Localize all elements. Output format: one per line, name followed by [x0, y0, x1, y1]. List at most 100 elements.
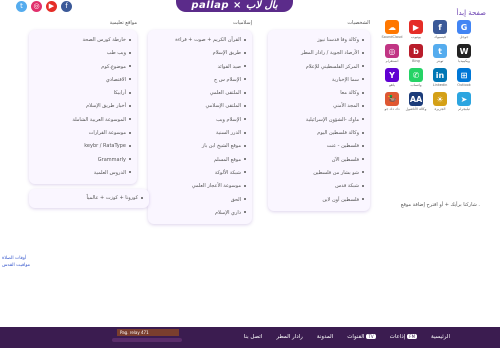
- bullet-icon: [244, 171, 246, 174]
- list-item[interactable]: داري الإسلام: [154, 207, 246, 220]
- bullet-icon: [129, 144, 131, 147]
- nav-item[interactable]: المدونة: [317, 334, 333, 340]
- app-tile[interactable]: ☁ SoundCloud: [380, 20, 404, 39]
- ticker[interactable]: Pag. relay 471: [117, 329, 179, 336]
- list-item-label: Grammarly: [97, 156, 126, 163]
- list-item-label: الإسلام س ج: [213, 76, 241, 83]
- app-tile[interactable]: b Bing: [404, 44, 428, 63]
- yahoo-icon: Y: [385, 68, 399, 82]
- instagram-icon[interactable]: ◎: [31, 1, 42, 12]
- nav-item[interactable]: الرئيسية: [431, 334, 450, 340]
- app-tile[interactable]: ⊞ Outlook: [452, 68, 476, 87]
- bullet-icon: [129, 158, 131, 161]
- list-item[interactable]: وكالة وفا قدسنا نيوز: [274, 34, 364, 47]
- list-item[interactable]: صيد الفوائد: [154, 61, 246, 74]
- list-item[interactable]: شبكة قدس: [274, 180, 364, 193]
- list-item[interactable]: سما الإخبارية: [274, 74, 364, 87]
- list-item[interactable]: موسوعة القرارات: [35, 127, 131, 140]
- app-tile[interactable]: ➤ تيليجرام: [452, 92, 476, 111]
- list-item[interactable]: طريق الإسلام: [154, 47, 246, 60]
- nav-item[interactable]: رادار المطر: [276, 334, 303, 340]
- list-item[interactable]: الموسوعة العربية الشاملة: [35, 114, 131, 127]
- list-item[interactable]: keybr / RataType: [35, 140, 131, 153]
- list-item[interactable]: خارطة كورس الصحة: [35, 34, 131, 47]
- list-item[interactable]: ويب طب: [35, 47, 131, 60]
- youtube-app-icon: ▶: [409, 20, 423, 34]
- app-label: ياهو: [389, 83, 395, 87]
- list-item[interactable]: الملتقى الإسلامي: [154, 100, 246, 113]
- list-item[interactable]: الأرصاد الجوية / رادار المطر: [274, 47, 364, 60]
- feedback-note[interactable]: شاركنا برأيك + أو اقترح إضافة موقع .: [401, 202, 480, 208]
- app-tile[interactable]: ▶ يوتيوب: [404, 20, 428, 39]
- bullet-icon: [129, 78, 131, 81]
- list-item[interactable]: الملتقى العلمي: [154, 87, 246, 100]
- list-item[interactable]: الإسلام س ج: [154, 74, 246, 87]
- app-tile[interactable]: AA وكالة الأناضول: [404, 92, 428, 111]
- list-item[interactable]: موقع الشيخ ابن باز: [154, 140, 246, 153]
- bullet-icon: [362, 144, 364, 147]
- list-item[interactable]: أرابيكا: [35, 87, 131, 100]
- app-tile[interactable]: ☀ الجزيرة: [428, 92, 452, 111]
- youtube-icon[interactable]: ▶: [46, 1, 57, 12]
- nav-label: رادار المطر: [276, 334, 303, 340]
- list-item[interactable]: شو بشار من فلسطين: [274, 167, 364, 180]
- app-tile[interactable]: Y ياهو: [380, 68, 404, 87]
- nav-item[interactable]: اتصل بنا: [244, 334, 263, 340]
- list-item[interactable]: أخبار طريق الإسلام: [35, 100, 131, 113]
- list-item[interactable]: المجد الأمني: [274, 100, 364, 113]
- list-item[interactable]: الدرر السنية: [154, 127, 246, 140]
- list-item[interactable]: موضوع.كوم: [35, 61, 131, 74]
- bullet-icon: [129, 104, 131, 107]
- extra-link[interactable]: كورونا + كوزت + عالمياً: [35, 192, 143, 205]
- bottom-nav: الرئيسية إذاعات FM القنوات TV المدونة رادار ال…: [244, 334, 450, 340]
- app-tile[interactable]: G جوجل: [452, 20, 476, 39]
- list-item[interactable]: وكالة فلسطين اليوم: [274, 127, 364, 140]
- app-tile[interactable]: ✆ واتساب: [404, 68, 428, 87]
- list-item[interactable]: وكالة معا: [274, 87, 364, 100]
- bullet-icon: [129, 65, 131, 68]
- site-logo[interactable]: pallap × بال لاب: [176, 0, 293, 12]
- app-label: جوجل: [459, 35, 469, 39]
- list-item[interactable]: المركز الفلسطيني للإعلام: [274, 61, 364, 74]
- list-item[interactable]: شبكة الألوكة: [154, 167, 246, 180]
- app-tile[interactable]: W ويكيبيديا: [452, 44, 476, 63]
- prayer-times-link[interactable]: أوقات الصلاة: [2, 255, 30, 262]
- list-item[interactable]: Grammarly: [35, 154, 131, 167]
- app-tile[interactable]: ◎ انستغرام: [380, 44, 404, 63]
- bing-icon: b: [409, 44, 423, 58]
- list-item-label: فلسطين أون لاين: [322, 196, 359, 203]
- nav-item[interactable]: إذاعات FM: [390, 334, 418, 340]
- nav-item[interactable]: القنوات TV: [347, 334, 376, 340]
- list-item-label: الدروس العلمية: [93, 169, 126, 176]
- list-item[interactable]: فلسطين الآن: [274, 154, 364, 167]
- list-item[interactable]: فلسطين - عنت: [274, 140, 364, 153]
- list-item-label: موضوع.كوم: [101, 63, 126, 70]
- bullet-icon: [362, 51, 364, 54]
- nav-badge: TV: [366, 334, 376, 339]
- news-heading: الشخصيات: [347, 20, 370, 26]
- facebook-icon[interactable]: f: [61, 1, 72, 12]
- app-tile[interactable]: f فيسبوك: [428, 20, 452, 39]
- list-item-label: سما الإخبارية: [331, 76, 359, 83]
- list-item[interactable]: الإسلام ويب: [154, 114, 246, 127]
- wikipedia-icon: W: [457, 44, 471, 58]
- app-tile[interactable]: in Linkedin: [428, 68, 452, 87]
- bullet-icon: [362, 65, 364, 68]
- app-tile[interactable]: t تويتر: [428, 44, 452, 63]
- list-item[interactable]: القرآن الكريم + صوت + قراءة: [154, 34, 246, 47]
- list-item[interactable]: الاقتصادي: [35, 74, 131, 87]
- bullet-icon: [362, 91, 364, 94]
- app-tile[interactable]: 🦆 دك دك جو: [380, 92, 404, 111]
- top-bar: t ◎ ▶ f pallap × بال لاب صفحة إبدأ: [0, 0, 500, 17]
- list-item-label: شبكة الألوكة: [214, 169, 241, 176]
- list-item[interactable]: ماوك -الشؤون الإسرائيلية: [274, 114, 364, 127]
- islamic-column: إسلاميات القرآن الكريم + صوت + قراءة طريق…: [148, 20, 252, 225]
- list-item[interactable]: موقع المسلم: [154, 154, 246, 167]
- list-item[interactable]: الحق: [154, 194, 246, 207]
- list-item[interactable]: فلسطين أون لاين: [274, 194, 364, 207]
- list-item[interactable]: الدروس العلمية: [35, 167, 131, 180]
- quds-times-link[interactable]: مواقيت القدس: [2, 262, 30, 269]
- twitter-icon[interactable]: t: [16, 1, 27, 12]
- list-item[interactable]: موسوعة الأعجاز العلمي: [154, 180, 246, 193]
- bullet-icon: [244, 198, 246, 201]
